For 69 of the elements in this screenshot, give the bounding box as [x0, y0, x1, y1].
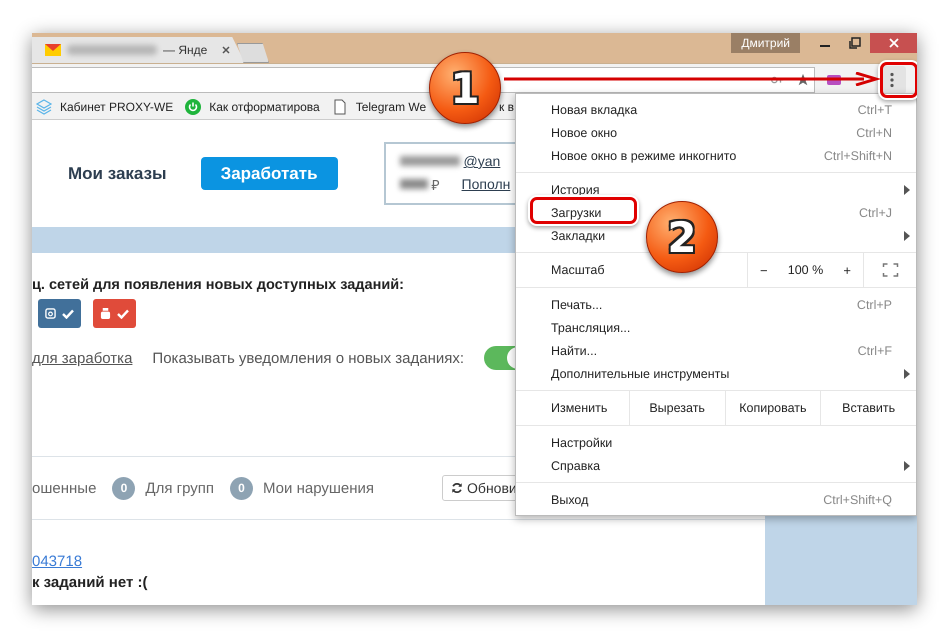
camera-icon: [45, 308, 56, 319]
zoom-out-button[interactable]: −: [756, 262, 772, 278]
zoom-value: 100 %: [788, 263, 824, 277]
filter-tab[interactable]: Мои нарушения: [263, 480, 374, 496]
menu-item[interactable]: Закладки: [551, 228, 606, 242]
close-icon: [888, 38, 898, 48]
orders-link[interactable]: Мои заказы: [68, 164, 167, 184]
shortcut-text: Ctrl+P: [856, 298, 892, 312]
more-icon: [890, 72, 894, 88]
submenu-arrow-icon: [904, 230, 910, 240]
menu-item[interactable]: Настройки: [551, 436, 612, 450]
shortcut-text: Ctrl+J: [859, 206, 892, 220]
box-icon: [36, 99, 52, 115]
submenu-arrow-icon: [904, 460, 910, 470]
menu-item[interactable]: Новое окно в режиме инкогнито: [551, 148, 736, 162]
profile-name[interactable]: Дмитрий: [731, 33, 800, 53]
bookmark[interactable]: к в: [499, 100, 514, 114]
filter-tab[interactable]: Для групп: [145, 480, 214, 496]
blurred-text: [400, 156, 460, 166]
earn-link[interactable]: для заработка: [32, 350, 132, 366]
close-icon[interactable]: [221, 45, 232, 55]
shortcut-text: Ctrl+N: [856, 126, 892, 140]
menu-item[interactable]: Найти...: [551, 344, 598, 358]
bookmark[interactable]: Как отформатирова: [185, 99, 320, 115]
count-badge: 0: [230, 476, 254, 500]
bookmark[interactable]: Кабинет PROXY-WE: [36, 99, 174, 115]
menu-item[interactable]: Трансляция...: [551, 320, 630, 334]
blurred-text: [400, 179, 428, 189]
shortcut-text: Ctrl+T: [858, 102, 892, 116]
fullscreen-icon[interactable]: [882, 263, 898, 277]
notify-label: Показывать уведомления о новых заданиях:: [152, 350, 464, 366]
menu-item[interactable]: Справка: [551, 458, 600, 472]
menu-item[interactable]: Новое окно: [551, 126, 618, 140]
menu-item[interactable]: Дополнительные инструменты: [551, 366, 730, 380]
shortcut-text: Ctrl+Shift+N: [824, 148, 892, 162]
shortcut-text: Ctrl+Shift+Q: [823, 492, 892, 506]
network-toggle[interactable]: [38, 299, 81, 328]
top-up-link[interactable]: Пополн: [462, 176, 510, 192]
shortcut-text: Ctrl+F: [858, 344, 892, 358]
edit-label: Изменить: [550, 401, 608, 415]
empty-message: к заданий нет :(: [32, 573, 149, 593]
envelope-icon: [45, 44, 61, 56]
submenu-arrow-icon: [904, 368, 910, 378]
menu-item[interactable]: Новая вкладка: [551, 102, 638, 116]
task-link[interactable]: 043718: [32, 553, 82, 570]
page-icon: [332, 99, 348, 115]
submenu-arrow-icon: [904, 184, 910, 194]
refresh-icon: [451, 482, 464, 494]
video-icon: [100, 307, 111, 320]
zoom-label: Масштаб: [550, 263, 606, 277]
star-icon[interactable]: [796, 72, 810, 86]
highlight-frame: [880, 62, 917, 98]
menu-item[interactable]: Печать...: [551, 298, 602, 312]
bookmark[interactable]: Telegram We: [332, 99, 426, 115]
network-toggle[interactable]: [93, 299, 136, 328]
count-badge: 0: [112, 476, 136, 500]
check-icon: [62, 308, 74, 318]
close-button[interactable]: [870, 33, 917, 53]
browser-tab[interactable]: — Янде: [32, 37, 245, 63]
menu-item[interactable]: Загрузки: [551, 206, 602, 220]
email-link[interactable]: @yan: [464, 153, 500, 169]
power-icon: [185, 99, 202, 115]
check-icon: [117, 308, 129, 318]
menu-item[interactable]: История: [551, 182, 600, 196]
zoom-in-button[interactable]: +: [839, 262, 855, 278]
menu-item[interactable]: Выход: [551, 492, 588, 506]
filter-tab[interactable]: ошенные: [32, 480, 96, 496]
currency-sign: ₽: [432, 176, 440, 194]
section-title: ц. сетей для появления новых доступных заданий:: [32, 276, 405, 294]
